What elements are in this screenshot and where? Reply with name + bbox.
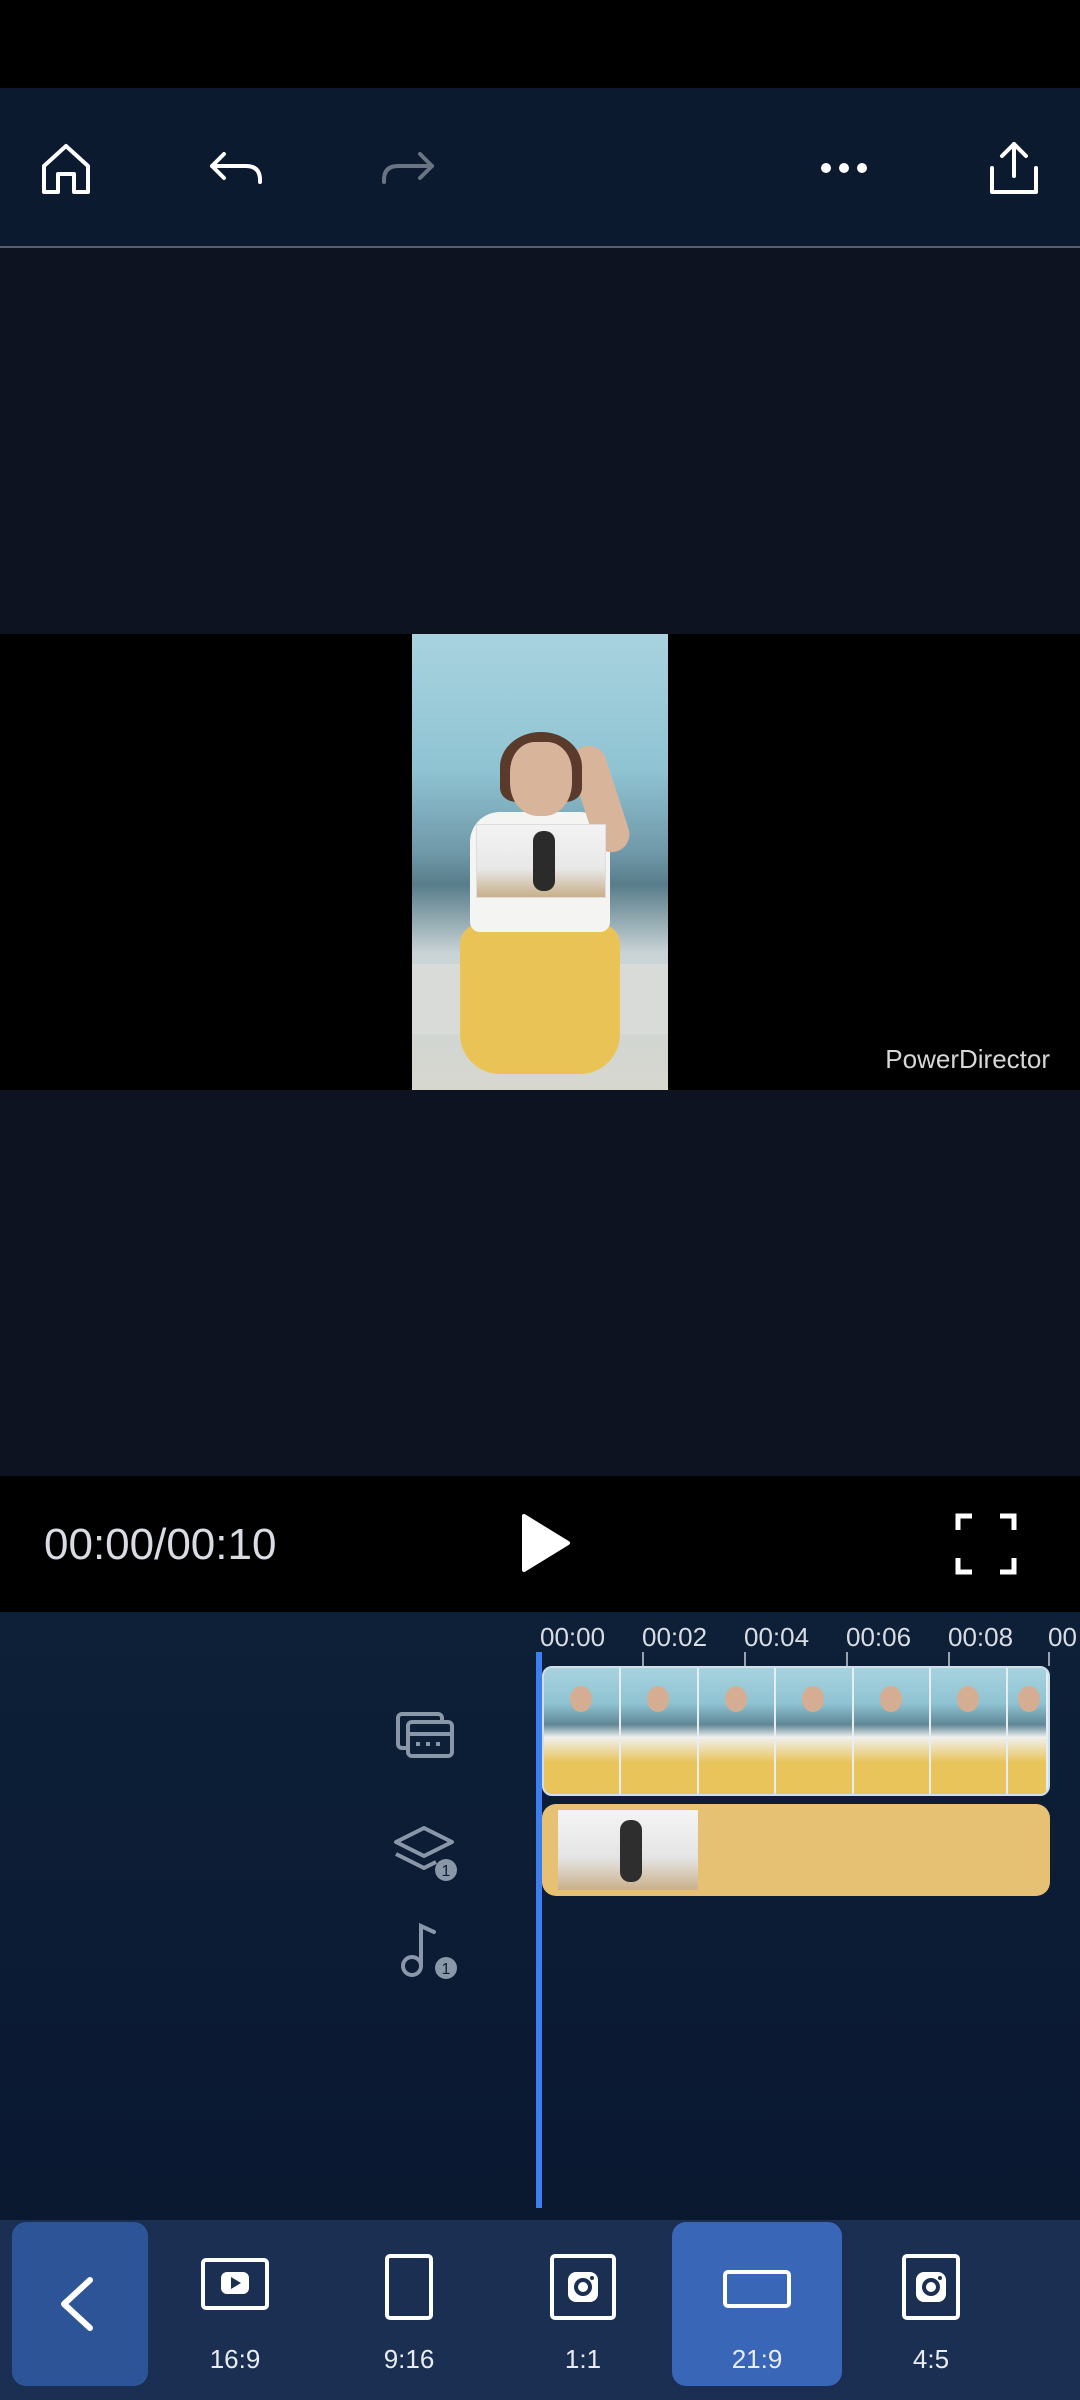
fullscreen-button[interactable]: [954, 1512, 1018, 1576]
ratio-9-16[interactable]: 9:16: [324, 2222, 494, 2386]
ratio-label: 1:1: [564, 2344, 602, 2374]
back-button[interactable]: [12, 2222, 148, 2386]
ruler-label: 00:06: [846, 1622, 912, 1652]
clip-thumbnail: [1008, 1668, 1048, 1794]
portrait-icon: [381, 2252, 437, 2327]
ruler-label: 00: [1048, 1622, 1077, 1652]
ruler-tick: [948, 1652, 950, 1666]
undo-icon[interactable]: [196, 128, 276, 208]
ratio-label: 9:16: [383, 2344, 435, 2374]
overlay-clip[interactable]: [542, 1804, 1050, 1896]
ratio-4-5[interactable]: 4:5: [846, 2222, 1016, 2386]
overlay-thumb-figure: [620, 1820, 642, 1882]
chevron-left-icon: [61, 2277, 93, 2331]
home-icon[interactable]: [26, 128, 106, 208]
ruler-tick: [1048, 1652, 1050, 1666]
more-icon[interactable]: [804, 128, 884, 208]
status-bar: [0, 0, 1080, 88]
play-icon: [522, 1514, 570, 1572]
video-track-icon[interactable]: [390, 1698, 460, 1768]
video-clip[interactable]: [542, 1666, 1050, 1796]
top-toolbar: [0, 88, 1080, 248]
instagram-icon: [548, 2252, 618, 2327]
ruler-tick: [642, 1652, 644, 1666]
person-head: [510, 742, 572, 816]
ruler-tick: [846, 1652, 848, 1666]
ruler-label: 00:02: [642, 1622, 708, 1652]
ruler-tick: [744, 1652, 746, 1666]
ruler-label: 00:00: [540, 1622, 606, 1652]
clip-thumbnail: [930, 1668, 1009, 1794]
clip-thumbnail: [621, 1668, 699, 1794]
fullscreen-icon: [955, 1513, 1017, 1575]
youtube-icon: [199, 2256, 271, 2317]
play-button[interactable]: [510, 1508, 580, 1578]
ratio-1-1[interactable]: 1:1: [498, 2222, 668, 2386]
overlay-figure: [533, 831, 555, 891]
ratio-16-9[interactable]: 16:9: [150, 2222, 320, 2386]
watermark: PowerDirector: [885, 1044, 1050, 1074]
overlay-clip-thumbnail: [558, 1810, 698, 1890]
share-icon[interactable]: [974, 128, 1054, 208]
clip-thumbnail: [853, 1668, 931, 1794]
video-preview-frame[interactable]: [412, 634, 668, 1090]
ruler-label: 00:04: [744, 1622, 810, 1652]
widescreen-icon: [721, 2268, 793, 2315]
overlay-track-icon[interactable]: 1: [390, 1818, 460, 1888]
overlay-image[interactable]: [476, 824, 606, 898]
playhead[interactable]: [536, 1652, 542, 2208]
ratio-label: 4:5: [912, 2344, 950, 2374]
overlay-count: 1: [442, 1863, 451, 1880]
ratio-label: 16:9: [209, 2344, 261, 2374]
clip-thumbnail: [776, 1668, 854, 1794]
clip-thumbnail: [544, 1668, 622, 1794]
redo-icon[interactable]: [368, 128, 448, 208]
ruler-label: 00:08: [948, 1622, 1014, 1652]
audio-track-icon[interactable]: 1: [390, 1914, 460, 1984]
clip-thumbnail: [698, 1668, 777, 1794]
instagram-icon: [900, 2252, 962, 2327]
person-skirt: [460, 924, 620, 1074]
ratio-label: 21:9: [731, 2344, 783, 2374]
ratio-21-9[interactable]: 21:9: [672, 2222, 842, 2386]
timecode: 00:00/00:10: [44, 1520, 277, 1569]
audio-count: 1: [442, 1961, 451, 1978]
